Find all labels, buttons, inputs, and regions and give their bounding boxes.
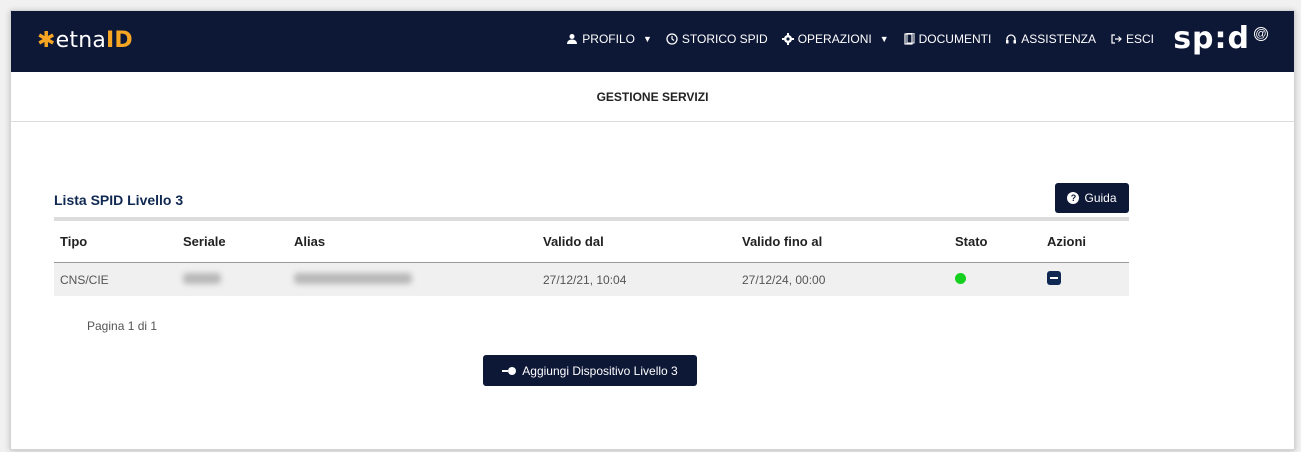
redacted-serial [183, 272, 221, 284]
remove-device-button[interactable] [1047, 271, 1061, 285]
col-header-alias: Alias [293, 221, 542, 263]
page-subheader: GESTIONE SERVIZI [11, 72, 1294, 122]
nav-documenti[interactable]: DOCUMENTI [903, 32, 992, 46]
table-header-row: Tipo Seriale Alias Valido dal Valido fin… [54, 221, 1129, 263]
spid-logo: sp:d [1173, 21, 1250, 56]
col-header-valido-dal: Valido dal [542, 221, 741, 263]
document-icon [904, 33, 915, 45]
pagination-info: Pagina 1 di 1 [87, 319, 158, 333]
col-header-stato: Stato [954, 221, 1046, 263]
cell-seriale [182, 262, 293, 296]
cell-azioni [1046, 262, 1129, 296]
user-icon [567, 34, 578, 44]
app-window: ✱etnaID PROFILO ▼ STORICO SPID OPERAZION… [10, 10, 1295, 450]
logo-brand: etna [55, 28, 107, 53]
status-active-indicator [955, 272, 966, 284]
chevron-down-icon: ▼ [642, 34, 652, 44]
spid-table: Tipo Seriale Alias Valido dal Valido fin… [54, 217, 1129, 296]
nav-operazioni[interactable]: OPERAZIONI ▼ [781, 32, 889, 46]
top-navbar: ✱etnaID PROFILO ▼ STORICO SPID OPERAZION… [11, 11, 1294, 72]
section-title: Lista SPID Livello 3 [54, 192, 184, 208]
help-icon: ? [1067, 192, 1080, 204]
nav-profilo[interactable]: PROFILO ▼ [566, 32, 652, 46]
spid-badge-icon: @ [1254, 27, 1268, 41]
add-device-button[interactable]: Aggiungi Dispositivo Livello 3 [483, 355, 697, 386]
add-device-button-label: Aggiungi Dispositivo Livello 3 [522, 363, 678, 378]
col-header-azioni: Azioni [1046, 221, 1129, 263]
nav-storico-label: STORICO SPID [681, 32, 768, 46]
page-title: GESTIONE SERVIZI [596, 89, 709, 104]
nav-assistenza-label: ASSISTENZA [1021, 32, 1096, 46]
logo-mark: ✱ [37, 28, 56, 53]
logout-icon [1111, 34, 1122, 44]
nav-esci-label: ESCI [1125, 32, 1154, 46]
nav-esci[interactable]: ESCI [1110, 32, 1154, 46]
redacted-alias [294, 272, 412, 284]
gear-icon [781, 33, 794, 45]
clock-icon [666, 33, 678, 45]
table-row: CNS/CIE 27/12/21, 10:04 27/12/24, 00:00 [54, 262, 1129, 296]
cell-stato [954, 262, 1046, 296]
key-icon [502, 366, 517, 375]
chevron-down-icon: ▼ [879, 34, 889, 44]
nav-operazioni-label: OPERAZIONI [797, 32, 872, 46]
cell-alias [293, 262, 542, 296]
nav-documenti-label: DOCUMENTI [918, 32, 992, 46]
col-header-seriale: Seriale [182, 221, 293, 263]
col-header-valido-fino: Valido fino al [741, 221, 954, 263]
nav-storico-spid[interactable]: STORICO SPID [666, 32, 768, 46]
col-header-tipo: Tipo [54, 221, 182, 263]
logo-suffix: ID [106, 28, 133, 53]
guide-button-label: Guida [1084, 191, 1117, 205]
nav-assistenza[interactable]: ASSISTENZA [1005, 32, 1096, 46]
main-nav: PROFILO ▼ STORICO SPID OPERAZIONI ▼ DOCU… [566, 32, 1154, 46]
etnaid-logo[interactable]: ✱etnaID [37, 28, 133, 53]
guide-button[interactable]: ? Guida [1055, 183, 1129, 213]
cell-valido-dal: 27/12/21, 10:04 [542, 262, 741, 296]
cell-tipo: CNS/CIE [54, 262, 182, 296]
cell-valido-fino: 27/12/24, 00:00 [741, 262, 954, 296]
nav-profilo-label: PROFILO [582, 32, 635, 46]
headset-icon [1006, 34, 1017, 44]
